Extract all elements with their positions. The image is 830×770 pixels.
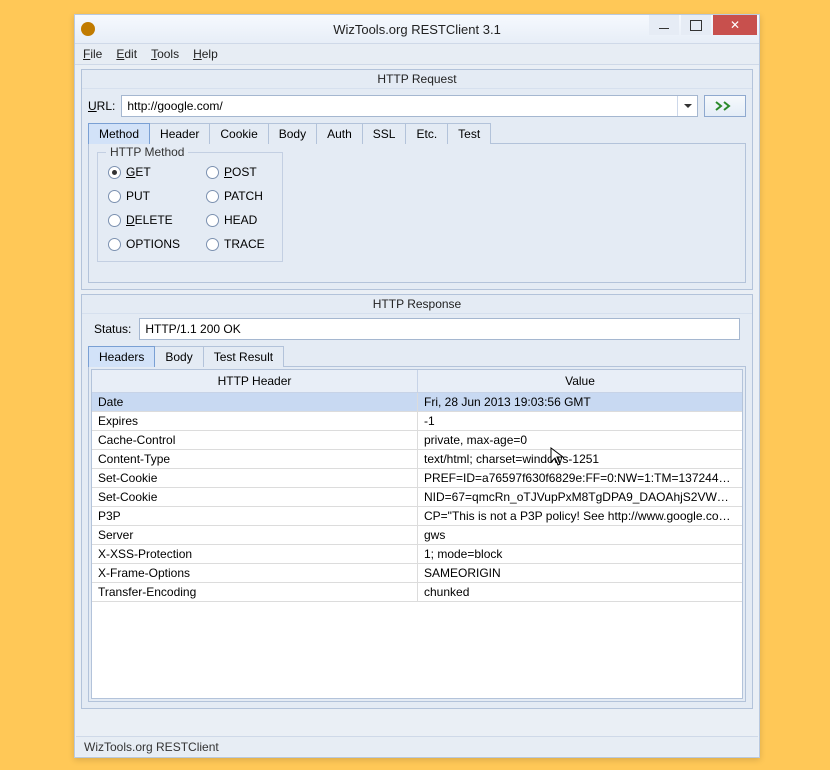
titlebar[interactable]: WizTools.org RESTClient 3.1 <box>75 15 759 43</box>
request-tabs: Method Header Cookie Body Auth SSL Etc. … <box>88 123 746 144</box>
response-tabs: Headers Body Test Result <box>88 346 746 367</box>
header-name: X-Frame-Options <box>92 564 418 582</box>
tab-header[interactable]: Header <box>149 123 210 144</box>
table-row[interactable]: Set-CookieNID=67=qmcRn_oTJVupPxM8TgDPA9_… <box>92 488 742 507</box>
header-value: PREF=ID=a76597f630f6829e:FF=0:NW=1:TM=13… <box>418 469 742 487</box>
tab-body[interactable]: Body <box>268 123 317 144</box>
tab-ssl[interactable]: SSL <box>362 123 407 144</box>
status-value: HTTP/1.1 200 OK <box>139 318 740 340</box>
response-tab-pane: HTTP Header Value DateFri, 28 Jun 2013 1… <box>88 366 746 702</box>
header-value: CP="This is not a P3P policy! See http:/… <box>418 507 742 525</box>
table-row[interactable]: DateFri, 28 Jun 2013 19:03:56 GMT <box>92 393 742 412</box>
radio-trace[interactable]: TRACE <box>206 237 296 251</box>
headers-tbody[interactable]: DateFri, 28 Jun 2013 19:03:56 GMTExpires… <box>92 393 742 698</box>
header-value: NID=67=qmcRn_oTJVupPxM8TgDPA9_DAOAhjS2VW… <box>418 488 742 506</box>
col-header-name[interactable]: HTTP Header <box>92 370 418 393</box>
tab-test[interactable]: Test <box>447 123 491 144</box>
header-name: Set-Cookie <box>92 469 418 487</box>
header-value: SAMEORIGIN <box>418 564 742 582</box>
table-row[interactable]: Cache-Controlprivate, max-age=0 <box>92 431 742 450</box>
table-row[interactable]: Servergws <box>92 526 742 545</box>
table-row[interactable]: Transfer-Encodingchunked <box>92 583 742 602</box>
url-label: URL: <box>88 99 115 113</box>
header-value: 1; mode=block <box>418 545 742 563</box>
tab-resp-headers[interactable]: Headers <box>88 346 155 367</box>
header-value: gws <box>418 526 742 544</box>
header-value: chunked <box>418 583 742 601</box>
tab-etc[interactable]: Etc. <box>405 123 448 144</box>
table-row[interactable]: Set-CookiePREF=ID=a76597f630f6829e:FF=0:… <box>92 469 742 488</box>
header-name: Cache-Control <box>92 431 418 449</box>
response-panel: HTTP Response Status: HTTP/1.1 200 OK He… <box>81 294 753 709</box>
headers-table: HTTP Header Value DateFri, 28 Jun 2013 1… <box>91 369 743 699</box>
tab-method[interactable]: Method <box>88 123 150 144</box>
header-name: Transfer-Encoding <box>92 583 418 601</box>
tab-resp-body[interactable]: Body <box>154 346 203 367</box>
maximize-button[interactable] <box>681 15 711 35</box>
header-value: Fri, 28 Jun 2013 19:03:56 GMT <box>418 393 742 411</box>
header-value: -1 <box>418 412 742 430</box>
header-name: Set-Cookie <box>92 488 418 506</box>
header-value: private, max-age=0 <box>418 431 742 449</box>
menubar: File Edit Tools Help <box>75 43 759 65</box>
radio-options[interactable]: OPTIONS <box>108 237 198 251</box>
close-button[interactable] <box>713 15 757 35</box>
statusbar: WizTools.org RESTClient <box>76 736 758 756</box>
table-row[interactable]: Expires-1 <box>92 412 742 431</box>
menu-help[interactable]: Help <box>193 47 218 61</box>
table-row[interactable]: X-XSS-Protection1; mode=block <box>92 545 742 564</box>
minimize-button[interactable] <box>649 15 679 35</box>
app-window: WizTools.org RESTClient 3.1 File Edit To… <box>74 14 760 758</box>
tab-resp-test-result[interactable]: Test Result <box>203 346 284 367</box>
response-panel-title: HTTP Response <box>82 295 752 314</box>
header-name: Expires <box>92 412 418 430</box>
http-method-fieldset: HTTP Method GET POST PUT PATCH DELETE HE… <box>97 152 283 262</box>
status-label: Status: <box>94 322 131 336</box>
url-combo[interactable] <box>121 95 698 117</box>
url-input[interactable] <box>122 96 677 116</box>
header-value: text/html; charset=windows-1251 <box>418 450 742 468</box>
table-row[interactable]: Content-Typetext/html; charset=windows-1… <box>92 450 742 469</box>
radio-get[interactable]: GET <box>108 165 198 179</box>
menu-tools[interactable]: Tools <box>151 47 179 61</box>
request-tab-pane: HTTP Method GET POST PUT PATCH DELETE HE… <box>88 143 746 283</box>
table-row[interactable]: P3PCP="This is not a P3P policy! See htt… <box>92 507 742 526</box>
table-row[interactable]: X-Frame-OptionsSAMEORIGIN <box>92 564 742 583</box>
http-method-legend: HTTP Method <box>106 145 188 159</box>
request-panel: HTTP Request URL: Method <box>81 69 753 290</box>
tab-cookie[interactable]: Cookie <box>209 123 268 144</box>
header-name: Date <box>92 393 418 411</box>
radio-patch[interactable]: PATCH <box>206 189 296 203</box>
radio-post[interactable]: POST <box>206 165 296 179</box>
header-name: Content-Type <box>92 450 418 468</box>
header-name: Server <box>92 526 418 544</box>
header-name: X-XSS-Protection <box>92 545 418 563</box>
col-header-value[interactable]: Value <box>418 370 742 393</box>
menu-edit[interactable]: Edit <box>116 47 137 61</box>
radio-delete[interactable]: DELETE <box>108 213 198 227</box>
request-panel-title: HTTP Request <box>82 70 752 89</box>
send-request-button[interactable] <box>704 95 746 117</box>
radio-head[interactable]: HEAD <box>206 213 296 227</box>
header-name: P3P <box>92 507 418 525</box>
tab-auth[interactable]: Auth <box>316 123 363 144</box>
url-dropdown-button[interactable] <box>677 96 697 116</box>
radio-put[interactable]: PUT <box>108 189 198 203</box>
menu-file[interactable]: File <box>83 47 102 61</box>
